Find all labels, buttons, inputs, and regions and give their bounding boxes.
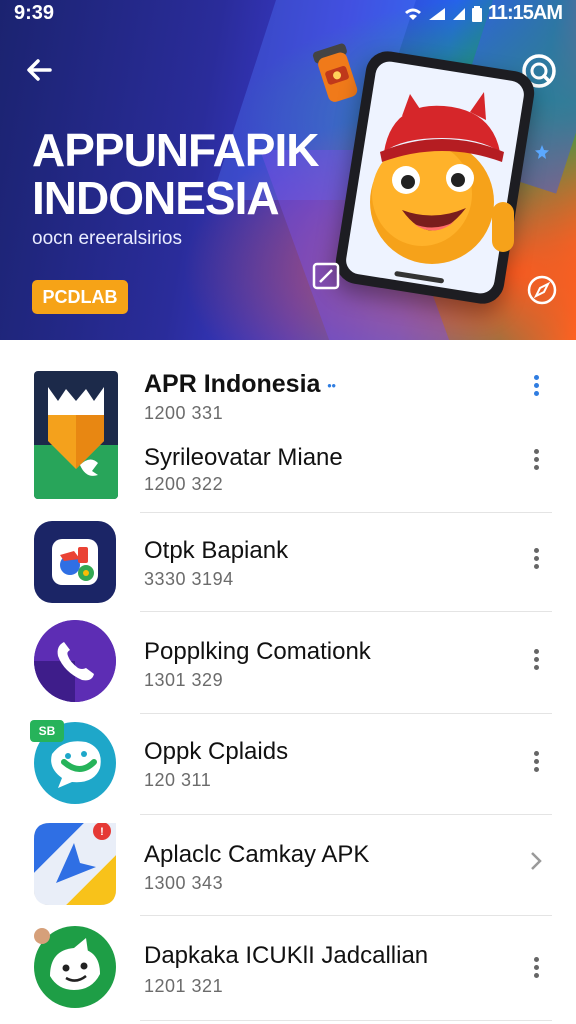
app-title: APR Indonesia •• <box>144 370 336 399</box>
hero-title-line: APPUNFAPIK <box>32 124 319 176</box>
star-icon <box>535 145 549 159</box>
app-title: Aplaclc Camkay APK <box>144 841 370 868</box>
more-options-button[interactable] <box>524 372 548 400</box>
app-title: Popplking Comationk <box>144 638 371 665</box>
dot <box>533 665 539 670</box>
svg-text:!: ! <box>100 826 104 838</box>
dot <box>533 564 539 569</box>
navigation-map-icon: ! <box>33 822 117 906</box>
wifi-icon <box>404 8 421 20</box>
app-title-text: APR Indonesia <box>144 370 321 398</box>
divider <box>140 814 552 815</box>
hero-subtitle: oocn ereeralsirios <box>32 228 182 249</box>
battery-icon <box>471 5 482 22</box>
dot <box>533 657 539 662</box>
app-subtitle: 1200 322 <box>144 474 224 494</box>
dot <box>533 383 539 388</box>
hero-banner: 9:39 11:15AM APPUNFAPIK INDONESIA oocn e… <box>0 0 576 340</box>
status-icons: 11:15AM <box>404 2 563 25</box>
more-options-button[interactable] <box>524 646 548 674</box>
signal-icon <box>452 7 465 20</box>
dot <box>533 759 539 764</box>
apk-shield-icon-graphic <box>34 371 118 499</box>
more-options-button[interactable] <box>524 748 548 776</box>
dot <box>533 767 539 772</box>
dot <box>533 751 539 756</box>
app-subtitle: 1201 321 <box>144 976 224 996</box>
hero-badge-button[interactable]: PCDLAB <box>32 280 128 314</box>
android-face-icon-graphic <box>34 926 116 1008</box>
dot <box>533 449 539 454</box>
phone-call-icon-graphic <box>34 620 116 702</box>
dot <box>533 548 539 553</box>
divider <box>140 915 552 916</box>
status-bar: 9:39 11:15AM <box>0 0 576 28</box>
divider <box>140 1020 552 1021</box>
app-title: Syrileovatar Miane <box>144 444 343 471</box>
app-list: APR Indonesia •• 1200 331 Syrileovatar M… <box>0 340 576 1024</box>
more-options-button[interactable] <box>524 545 548 573</box>
android-face-icon <box>34 926 116 1008</box>
google-style-icon <box>34 521 116 603</box>
app-title-mark: •• <box>327 378 336 393</box>
apk-shield-icon[interactable] <box>34 371 118 499</box>
app-badge: SB <box>30 720 64 742</box>
back-button[interactable] <box>20 50 60 90</box>
dot <box>533 457 539 462</box>
google-style-icon-graphic <box>52 539 98 585</box>
back-arrow-icon <box>27 59 52 81</box>
dot <box>533 391 539 396</box>
dot <box>533 965 539 970</box>
app-title: Otpk Bapiank <box>144 537 289 564</box>
navigation-map-icon-graphic: ! <box>33 822 117 906</box>
divider <box>140 611 552 612</box>
app-title: Oppk Cplaids <box>144 738 289 765</box>
app-subtitle: 1200 331 <box>144 403 224 423</box>
app-subtitle: 1300 343 <box>144 873 224 893</box>
hero-title-line: INDONESIA <box>32 172 280 224</box>
dot <box>533 649 539 654</box>
dot <box>533 957 539 962</box>
jar-illustration-icon <box>312 43 358 102</box>
divider <box>140 713 552 714</box>
signal-icon <box>428 7 445 20</box>
app-title: Dapkaka ICUKlI Jadcallian <box>144 942 429 969</box>
more-options-button[interactable] <box>524 446 548 474</box>
dot <box>533 556 539 561</box>
chevron-right-icon[interactable] <box>526 847 546 875</box>
app-subtitle: 3330 3194 <box>144 569 234 589</box>
divider <box>140 512 552 513</box>
status-time-right: 11:15AM <box>487 2 563 24</box>
compass-icon <box>527 275 557 305</box>
app-subtitle: 120 311 <box>144 770 212 790</box>
hero-title: APPUNFAPIK INDONESIA <box>32 124 319 224</box>
phone-call-icon <box>34 620 116 702</box>
status-time-left: 9:39 <box>14 2 55 24</box>
dot <box>533 375 539 380</box>
dot <box>533 973 539 978</box>
mascot-character-icon <box>370 92 514 264</box>
dot <box>533 465 539 470</box>
app-subtitle: 1301 329 <box>144 670 224 690</box>
more-options-button[interactable] <box>524 954 548 982</box>
edit-icon <box>312 262 340 290</box>
